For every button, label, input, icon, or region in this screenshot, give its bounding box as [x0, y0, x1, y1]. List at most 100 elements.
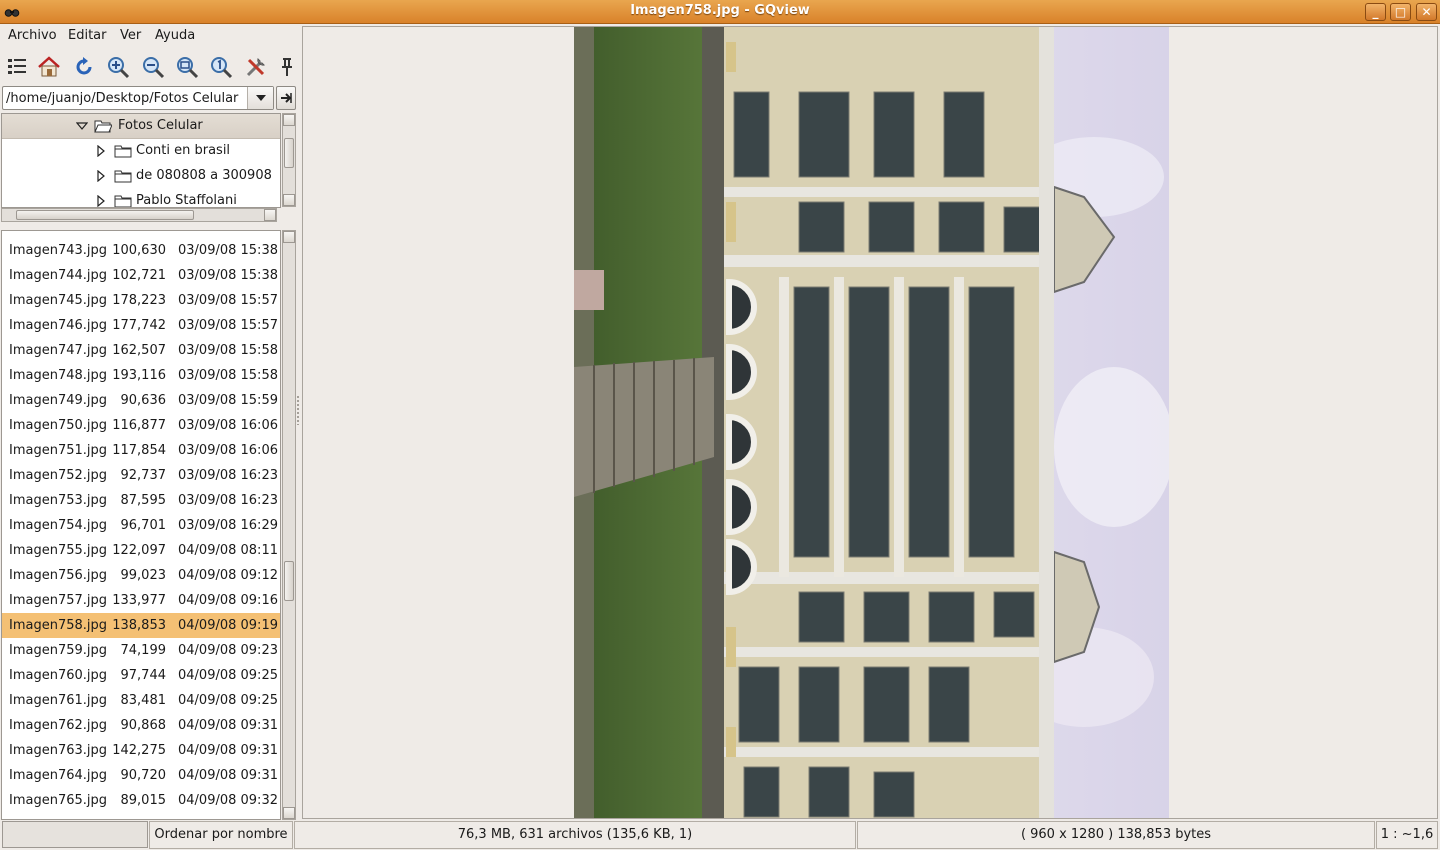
menu-editar[interactable]: Editar — [68, 28, 107, 43]
file-date: 04/09/08 09:23 — [178, 643, 278, 658]
home-icon[interactable] — [36, 54, 62, 80]
file-list-scrollbar[interactable] — [282, 230, 296, 820]
file-row[interactable]: Imagen761.jpg 83,481 04/09/08 09:25 — [2, 688, 280, 713]
scroll-thumb[interactable] — [284, 138, 294, 168]
configure-icon[interactable] — [243, 54, 269, 80]
file-size: 87,595 — [120, 493, 167, 508]
scroll-up-arrow[interactable] — [283, 114, 295, 126]
tree-item-conti-en-brasil[interactable]: Conti en brasil — [2, 139, 280, 164]
file-row[interactable]: Imagen751.jpg 117,854 03/09/08 16:06 — [2, 438, 280, 463]
path-combo[interactable]: /home/juanjo/Desktop/Fotos Celular — [2, 86, 274, 110]
path-input[interactable]: /home/juanjo/Desktop/Fotos Celular — [6, 91, 238, 106]
file-row[interactable]: Imagen763.jpg 142,275 04/09/08 09:31 — [2, 738, 280, 763]
scroll-down-arrow[interactable] — [283, 807, 295, 819]
file-row[interactable]: Imagen758.jpg 138,853 04/09/08 09:19 — [2, 613, 280, 638]
collapsed-arrow-icon[interactable] — [95, 195, 107, 207]
file-date: 04/09/08 09:31 — [178, 743, 278, 758]
file-list: Imagen743.jpg 100,630 03/09/08 15:38 Imagen… — [1, 230, 281, 820]
float-icon[interactable] — [274, 54, 300, 80]
tree-item-de-080808[interactable]: de 080808 a 300908 — [2, 164, 280, 189]
file-name: Imagen760.jpg — [9, 668, 108, 683]
window-title: Imagen758.jpg - GQview — [630, 3, 810, 18]
file-date: 03/09/08 16:06 — [178, 418, 278, 433]
file-name: Imagen765.jpg — [9, 793, 108, 808]
file-row[interactable]: Imagen759.jpg 74,199 04/09/08 09:23 — [2, 638, 280, 663]
file-row[interactable]: Imagen762.jpg 90,868 04/09/08 09:31 — [2, 713, 280, 738]
progress-bar — [2, 821, 148, 848]
file-date: 04/09/08 09:19 — [178, 618, 278, 633]
image-view[interactable] — [302, 26, 1438, 819]
file-name: Imagen764.jpg — [9, 768, 108, 783]
file-row[interactable]: Imagen752.jpg 92,737 03/09/08 16:23 — [2, 463, 280, 488]
file-size: 90,720 — [120, 768, 167, 783]
file-name: Imagen749.jpg — [9, 393, 108, 408]
folder-open-icon — [94, 120, 112, 133]
close-button[interactable]: ✕ — [1416, 3, 1437, 21]
file-name: Imagen754.jpg — [9, 518, 108, 533]
file-name: Imagen752.jpg — [9, 468, 108, 483]
file-name: Imagen750.jpg — [9, 418, 108, 433]
collapsed-arrow-icon[interactable] — [95, 145, 107, 157]
scroll-down-arrow[interactable] — [283, 194, 295, 206]
file-row[interactable]: Imagen750.jpg 116,877 03/09/08 16:06 — [2, 413, 280, 438]
file-row[interactable]: Imagen748.jpg 193,116 03/09/08 15:58 — [2, 363, 280, 388]
scroll-thumb[interactable] — [284, 561, 294, 601]
file-name: Imagen761.jpg — [9, 693, 108, 708]
file-row[interactable]: Imagen744.jpg 102,721 03/09/08 15:38 — [2, 263, 280, 288]
file-date: 03/09/08 15:57 — [178, 293, 278, 308]
file-name: Imagen745.jpg — [9, 293, 108, 308]
file-row[interactable]: Imagen764.jpg 90,720 04/09/08 09:31 — [2, 763, 280, 788]
file-date: 04/09/08 09:25 — [178, 693, 278, 708]
file-size: 83,481 — [120, 693, 167, 708]
file-row[interactable]: Imagen753.jpg 87,595 03/09/08 16:23 — [2, 488, 280, 513]
path-dropdown-button[interactable] — [247, 87, 273, 109]
sort-button[interactable]: Ordenar por nombre — [149, 821, 293, 849]
folder-icon — [114, 195, 132, 207]
file-row[interactable]: Imagen745.jpg 178,223 03/09/08 15:57 — [2, 288, 280, 313]
path-go-button[interactable] — [276, 86, 296, 110]
pane-splitter-handle[interactable] — [296, 395, 300, 425]
file-row[interactable]: Imagen756.jpg 99,023 04/09/08 09:12 — [2, 563, 280, 588]
scroll-thumb[interactable] — [16, 210, 194, 220]
toolbar — [0, 50, 300, 84]
file-row[interactable]: Imagen754.jpg 96,701 03/09/08 16:29 — [2, 513, 280, 538]
file-size: 90,636 — [120, 393, 167, 408]
arrow-right-icon — [281, 93, 292, 103]
file-row[interactable]: Imagen765.jpg 89,015 04/09/08 09:32 — [2, 788, 280, 813]
expanded-arrow-icon[interactable] — [76, 120, 88, 132]
file-row[interactable]: Imagen747.jpg 162,507 03/09/08 15:58 — [2, 338, 280, 363]
maximize-button[interactable]: □ — [1390, 3, 1411, 21]
refresh-icon[interactable] — [71, 54, 97, 80]
file-row[interactable]: Imagen755.jpg 122,097 04/09/08 08:11 — [2, 538, 280, 563]
file-name: Imagen746.jpg — [9, 318, 108, 333]
file-row[interactable]: Imagen757.jpg 133,977 04/09/08 09:16 — [2, 588, 280, 613]
file-row[interactable]: Imagen743.jpg 100,630 03/09/08 15:38 — [2, 238, 280, 263]
file-size: 74,199 — [120, 643, 167, 658]
menu-ver[interactable]: Ver — [120, 28, 141, 43]
menu-bar: Archivo Editar Ver Ayuda — [0, 25, 300, 48]
minimize-button[interactable]: _ — [1365, 3, 1386, 21]
file-row[interactable]: Imagen746.jpg 177,742 03/09/08 15:57 — [2, 313, 280, 338]
scroll-up-arrow[interactable] — [283, 231, 295, 243]
zoom-1to1-icon[interactable] — [208, 54, 234, 80]
zoom-out-icon[interactable] — [140, 54, 166, 80]
thumbnails-icon[interactable] — [4, 54, 30, 80]
zoom-in-icon[interactable] — [105, 54, 131, 80]
file-size: 122,097 — [112, 543, 166, 558]
tree-item-fotos-celular[interactable]: Fotos Celular — [2, 114, 280, 139]
collapsed-arrow-icon[interactable] — [95, 170, 107, 182]
file-name: Imagen756.jpg — [9, 568, 108, 583]
title-bar: Imagen758.jpg - GQview _ □ ✕ — [0, 0, 1440, 24]
tree-item-pablo-staffolani[interactable]: Pablo Staffolani — [2, 189, 280, 207]
file-row[interactable]: Imagen749.jpg 90,636 03/09/08 15:59 — [2, 388, 280, 413]
menu-ayuda[interactable]: Ayuda — [155, 28, 195, 43]
file-row[interactable]: Imagen760.jpg 97,744 04/09/08 09:25 — [2, 663, 280, 688]
file-name: Imagen757.jpg — [9, 593, 108, 608]
zoom-fit-icon[interactable] — [174, 54, 200, 80]
menu-archivo[interactable]: Archivo — [8, 28, 57, 43]
file-date: 04/09/08 09:25 — [178, 668, 278, 683]
scroll-right-arrow[interactable] — [264, 209, 276, 221]
tree-vertical-scrollbar[interactable] — [282, 113, 296, 207]
file-size: 89,015 — [120, 793, 167, 808]
tree-horizontal-scrollbar[interactable] — [1, 208, 277, 222]
